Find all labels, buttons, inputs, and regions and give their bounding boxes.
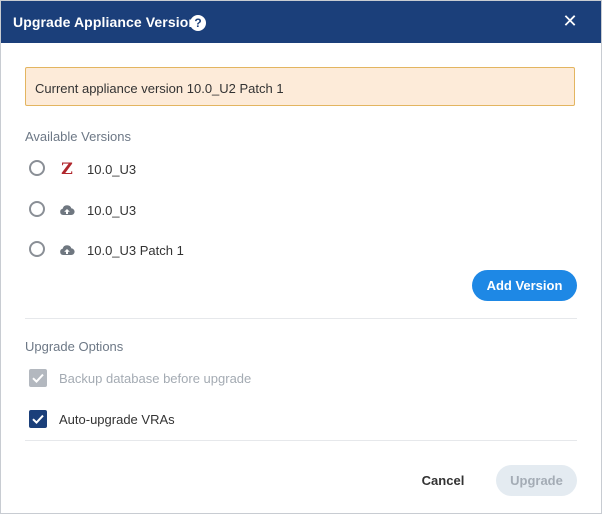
cloud-upload-icon [59, 242, 75, 258]
version-label-2: 10.0_U3 [87, 203, 137, 218]
auto-upgrade-vras-option[interactable]: Auto-upgrade VRAs [29, 409, 329, 431]
section-divider [25, 318, 577, 319]
current-version-banner: Current appliance version 10.0_U2 Patch … [25, 67, 575, 106]
current-version-text: Current appliance version 10.0_U2 Patch … [35, 81, 284, 96]
add-version-button[interactable]: Add Version [472, 270, 577, 301]
zerto-z-icon: Z [61, 159, 73, 178]
available-versions-label: Available Versions [25, 129, 131, 144]
version-option-3[interactable]: 10.0_U3 Patch 1 [27, 239, 327, 263]
footer-divider [25, 440, 577, 441]
version-option-2[interactable]: 10.0_U3 [27, 199, 327, 223]
question-circle-icon[interactable]: ? [190, 15, 206, 31]
backup-database-option[interactable]: Backup database before upgrade [29, 368, 329, 390]
auto-upgrade-vras-label: Auto-upgrade VRAs [59, 412, 175, 427]
upgrade-options-label: Upgrade Options [25, 339, 124, 354]
version-radio-3[interactable] [29, 241, 45, 257]
auto-upgrade-vras-checkbox[interactable] [29, 410, 47, 428]
backup-database-label: Backup database before upgrade [59, 371, 252, 386]
dialog-title: Upgrade Appliance Version [13, 14, 198, 30]
backup-database-checkbox[interactable] [29, 369, 47, 387]
cancel-button[interactable]: Cancel [411, 466, 475, 496]
version-label-3: 10.0_U3 Patch 1 [87, 243, 184, 258]
version-radio-1[interactable] [29, 160, 45, 176]
version-option-1[interactable]: Z 10.0_U3 [27, 158, 327, 182]
cloud-upload-icon [59, 202, 75, 218]
dialog-header: Upgrade Appliance Version ? ✕ [1, 1, 601, 43]
upgrade-button[interactable]: Upgrade [496, 465, 577, 496]
version-label-1: 10.0_U3 [87, 162, 137, 177]
upgrade-appliance-dialog: Upgrade Appliance Version ? ✕ Current ap… [0, 0, 602, 514]
close-icon[interactable]: ✕ [561, 12, 579, 30]
version-radio-2[interactable] [29, 201, 45, 217]
